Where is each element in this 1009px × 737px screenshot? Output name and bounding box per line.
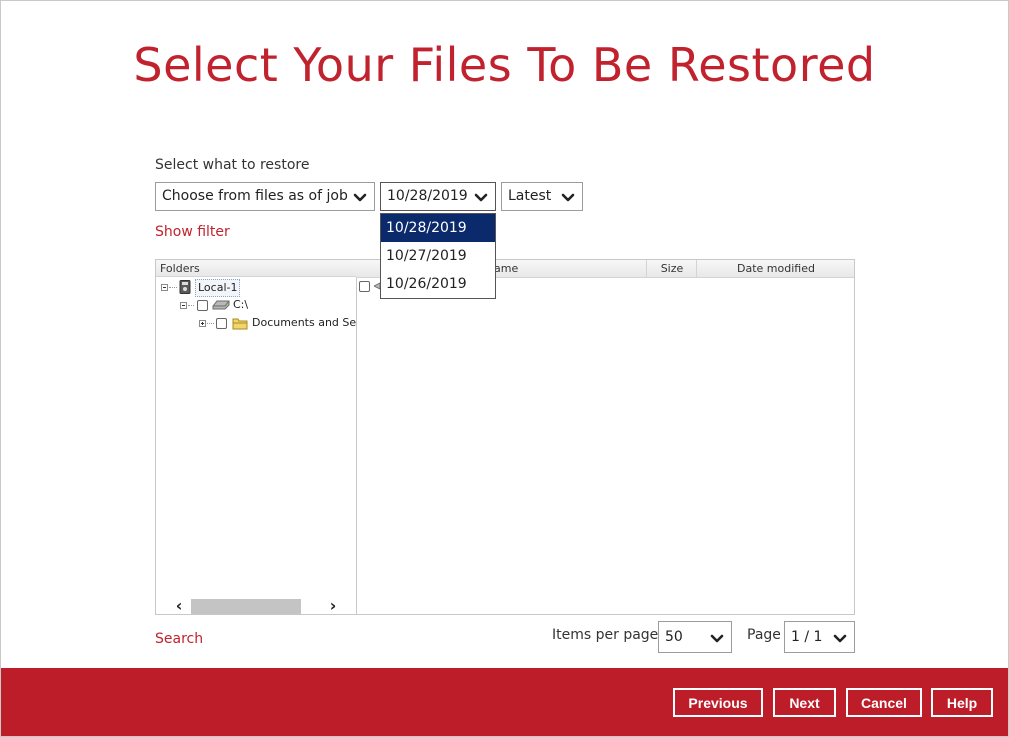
chevron-down-icon: [833, 634, 847, 643]
tree-node-local[interactable]: Local-1: [156, 279, 356, 297]
scroll-left-icon[interactable]: ‹: [168, 597, 190, 614]
files-pane: ame Size Date modified: [356, 260, 854, 614]
search-link[interactable]: Search: [155, 631, 203, 647]
folders-header: Folders: [156, 260, 356, 277]
date-dropdown-list: 10/28/2019 10/27/2019 10/26/2019: [380, 213, 496, 299]
tree-node-label: Local-1: [195, 279, 241, 297]
folder-icon: [232, 318, 248, 330]
footer-bar: Previous Next Cancel Help: [1, 668, 1008, 736]
next-button[interactable]: Next: [773, 688, 836, 717]
page-dropdown[interactable]: 1 / 1: [784, 621, 855, 653]
page-value: 1 / 1: [791, 629, 823, 645]
backup-set-icon: [179, 280, 191, 294]
chevron-down-icon: [710, 634, 724, 643]
collapse-icon[interactable]: [161, 284, 168, 291]
scroll-right-icon[interactable]: ›: [322, 597, 344, 614]
chevron-down-icon: [474, 193, 488, 202]
column-size[interactable]: Size: [646, 260, 697, 277]
items-per-page-label: Items per page: [552, 627, 659, 643]
restore-date-value: 10/28/2019: [387, 188, 468, 204]
horizontal-scrollbar[interactable]: ‹ ›: [156, 597, 356, 614]
tree-node-label: Documents and Se: [252, 316, 356, 329]
date-option[interactable]: 10/28/2019: [381, 214, 495, 242]
page-title: Select Your Files To Be Restored: [133, 38, 876, 92]
drive-icon: [212, 300, 230, 310]
items-per-page-value: 50: [665, 629, 683, 645]
items-per-page-dropdown[interactable]: 50: [658, 621, 732, 653]
restore-version-value: Latest: [508, 188, 552, 204]
restore-mode-dropdown[interactable]: Choose from files as of job: [155, 182, 375, 211]
date-option[interactable]: 10/27/2019: [381, 242, 495, 270]
tree-checkbox[interactable]: [197, 300, 208, 311]
restore-version-dropdown[interactable]: Latest: [501, 182, 583, 211]
tree-node-drive[interactable]: C:\: [156, 297, 356, 313]
folders-pane: Folders Local-1 C:\ Documents and Se ‹ ›: [156, 260, 357, 614]
collapse-icon[interactable]: [180, 302, 187, 309]
scrollbar-thumb[interactable]: [191, 599, 301, 614]
chevron-down-icon: [561, 193, 575, 202]
select-all-checkbox[interactable]: [359, 281, 370, 292]
page-label: Page: [747, 627, 781, 643]
expand-icon[interactable]: [199, 320, 206, 327]
show-filter-link[interactable]: Show filter: [155, 224, 230, 240]
tree-checkbox[interactable]: [216, 318, 227, 329]
help-button[interactable]: Help: [931, 688, 993, 717]
chevron-down-icon: [353, 193, 367, 202]
tree-node-label: C:\: [233, 298, 249, 311]
date-option[interactable]: 10/26/2019: [381, 270, 495, 298]
file-browser-panel: Folders Local-1 C:\ Documents and Se ‹ ›…: [155, 259, 855, 615]
restore-label: Select what to restore: [155, 157, 310, 173]
previous-button[interactable]: Previous: [673, 688, 763, 717]
column-name[interactable]: ame: [494, 260, 518, 277]
restore-mode-value: Choose from files as of job: [162, 188, 348, 204]
tree-node-folder[interactable]: Documents and Se: [156, 315, 356, 331]
restore-date-dropdown[interactable]: 10/28/2019: [380, 182, 496, 211]
cancel-button[interactable]: Cancel: [846, 688, 922, 717]
column-date-modified[interactable]: Date modified: [696, 260, 855, 277]
